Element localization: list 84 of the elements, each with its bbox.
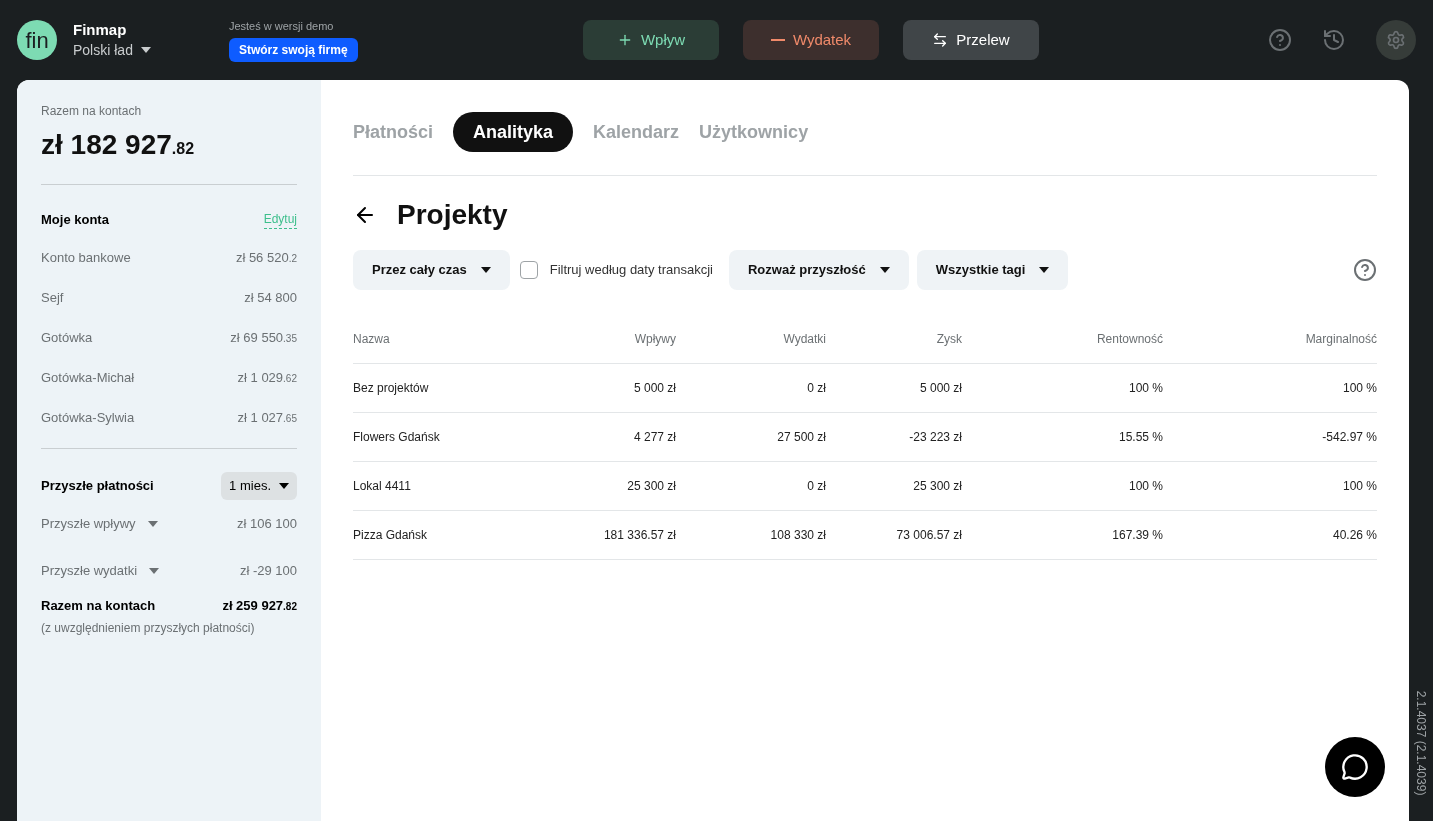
filter-dropdown[interactable]: Przez cały czas <box>353 250 510 290</box>
total-amount: zł 182 927.82 <box>41 128 196 162</box>
demo-note: Jesteś w wersji demo <box>228 18 334 34</box>
table-cell-text: 27 500 zł <box>776 429 826 446</box>
account-name[interactable]: Gotówka-Sylwia <box>41 407 135 428</box>
caret-icon <box>140 47 151 53</box>
grand-total-label: Razem na kontach <box>41 596 156 615</box>
future-amount: zł -29 100 <box>239 561 297 580</box>
table-cell-text: 15.55 % <box>1117 429 1163 446</box>
accounts-title: Moje konta <box>41 211 109 229</box>
column-header: Wpływy <box>633 330 676 348</box>
table-cell-text: 5 000 zł <box>918 380 962 397</box>
filter-dropdown[interactable]: Rozważ przyszłość <box>729 250 909 290</box>
period-dropdown[interactable]: 1 mies. <box>221 471 297 500</box>
column-header: Marginalność <box>1304 330 1377 348</box>
action-button[interactable]: Przelew <box>903 20 1039 60</box>
table-cell-text: Lokal 4411 <box>353 478 412 495</box>
table-cell-text: 40.26 % <box>1331 527 1377 544</box>
grand-total-note: (z uwzględnieniem przyszłych płatności) <box>41 620 256 637</box>
page-title: Projekty <box>397 198 508 232</box>
table-cell-text: Pizza Gdańsk <box>353 527 429 544</box>
account-amount: zł 56 520.2 <box>235 248 297 267</box>
action-button[interactable]: Wydatek <box>743 20 879 60</box>
table-cell-text: 25 300 zł <box>912 478 962 495</box>
future-toggle[interactable]: Przyszłe wydatki <box>41 560 160 581</box>
caret-icon <box>279 482 289 489</box>
chat-bubble-icon <box>1341 753 1369 781</box>
settings-button[interactable] <box>1376 20 1416 60</box>
account-name[interactable]: Sejf <box>41 287 64 308</box>
app-name: Finmap <box>73 20 128 40</box>
total-label: Razem na kontach <box>41 103 143 120</box>
app-logo[interactable]: fin <box>17 20 57 60</box>
table-cell-text: 0 zł <box>806 380 826 397</box>
caret-icon <box>1039 267 1050 273</box>
account-amount: zł 1 029.62 <box>237 368 297 387</box>
caret-icon <box>149 567 160 574</box>
table-cell-text: Flowers Gdańsk <box>353 429 441 446</box>
account-amount: zł 54 800 <box>244 288 297 307</box>
column-header: Wydatki <box>782 330 826 348</box>
create-company-button[interactable]: Stwórz swoją firmę <box>228 38 358 63</box>
table-cell-text: 73 006.57 zł <box>895 527 962 544</box>
date-filter-checkbox[interactable] <box>519 261 538 279</box>
grand-total-amount: zł 259 927.82 <box>222 596 297 615</box>
version-label: 2.1.4037 (2.1.4039) <box>1413 690 1429 796</box>
help-icon[interactable] <box>1268 28 1292 52</box>
future-payments-title: Przyszłe płatności <box>41 476 154 495</box>
column-header: Nazwa <box>353 330 391 348</box>
settings-icon <box>1386 30 1406 50</box>
table-cell-text: 25 300 zł <box>626 478 676 495</box>
table-cell-text: 0 zł <box>806 478 826 495</box>
account-amount: zł 69 550.35 <box>230 328 297 347</box>
table-cell-text: 108 330 zł <box>769 527 826 544</box>
future-toggle[interactable]: Przyszłe wpływy <box>41 513 158 534</box>
help-icon[interactable] <box>1353 258 1377 282</box>
caret-icon <box>147 520 158 527</box>
caret-icon <box>480 267 491 273</box>
table-cell-text: -23 223 zł <box>908 429 962 446</box>
chat-button[interactable] <box>1325 737 1385 797</box>
table-cell-text: 100 % <box>1127 380 1163 397</box>
company-selector[interactable]: Polski ład <box>73 40 151 60</box>
table-cell-text: -542.97 % <box>1321 429 1377 446</box>
future-amount: zł 106 100 <box>237 514 297 533</box>
table-cell-text: 181 336.57 zł <box>602 527 676 544</box>
column-header: Zysk <box>935 330 962 348</box>
table-cell-text: 100 % <box>1341 478 1377 495</box>
account-name[interactable]: Gotówka <box>41 327 93 348</box>
table-cell-text: 100 % <box>1341 380 1377 397</box>
filter-dropdown[interactable]: Wszystkie tagi <box>916 250 1069 290</box>
column-header: Rentowność <box>1095 330 1163 348</box>
date-filter-label: Filtruj według daty transakcji <box>549 261 713 280</box>
minus-icon <box>770 39 785 41</box>
account-name[interactable]: Gotówka-Michał <box>41 367 135 388</box>
nav-tab[interactable]: Analityka <box>453 112 574 152</box>
account-amount: zł 1 027.65 <box>237 408 297 427</box>
table-cell-text: 167.39 % <box>1111 527 1163 544</box>
history-icon[interactable] <box>1322 28 1346 52</box>
table-cell-text: Bez projektów <box>353 380 430 397</box>
swap-arrows-icon <box>932 32 949 48</box>
table-cell-text: 4 277 zł <box>632 429 676 446</box>
caret-icon <box>879 267 890 273</box>
table-cell-text: 5 000 zł <box>632 380 676 397</box>
table-cell-text: 100 % <box>1127 478 1163 495</box>
action-button[interactable]: Wpływ <box>583 20 719 60</box>
account-name[interactable]: Konto bankowe <box>41 247 131 268</box>
